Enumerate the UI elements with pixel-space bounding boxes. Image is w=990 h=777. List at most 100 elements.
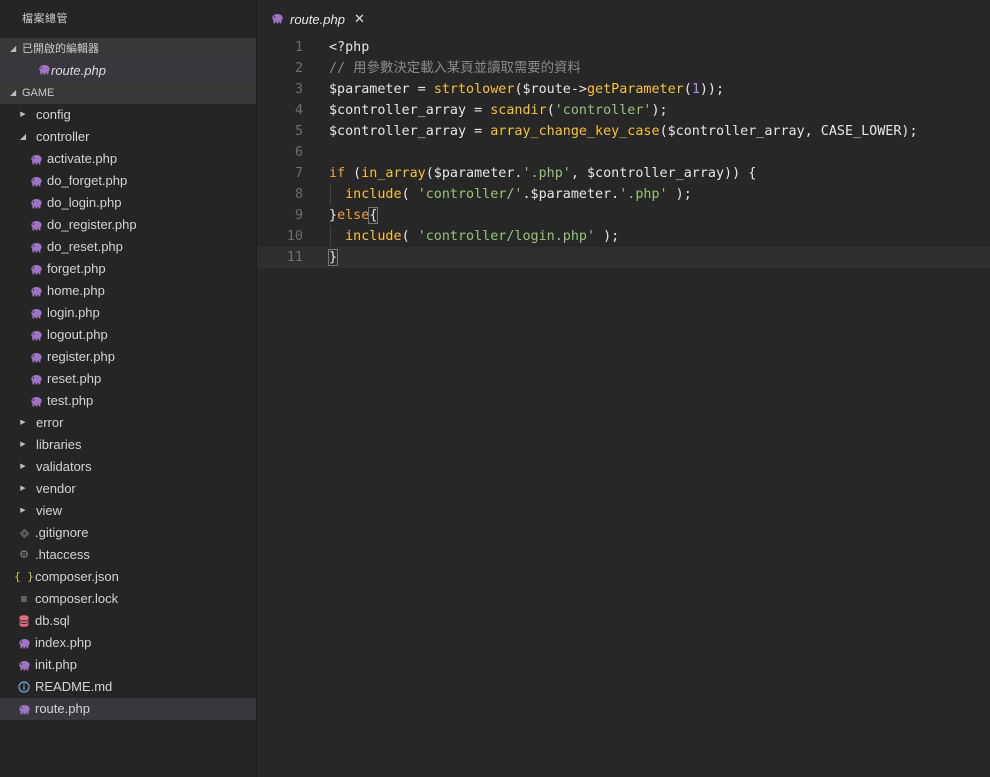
file-do-forget-php[interactable]: do_forget.php — [0, 170, 256, 192]
line-number: 4 — [294, 103, 303, 118]
code-token: ( — [345, 166, 362, 181]
code-line[interactable]: 6 — [257, 142, 990, 163]
file-index-php[interactable]: index.php — [0, 632, 256, 654]
file-do-register-php[interactable]: do_register.php — [0, 214, 256, 236]
code-line[interactable]: 1 <?php — [257, 37, 990, 58]
open-editor-item[interactable]: route.php — [0, 60, 256, 82]
php-icon — [28, 198, 44, 209]
code-line[interactable]: 5 $controller_array = array_change_key_ca… — [257, 121, 990, 142]
chevron-right-icon[interactable]: ▶ — [16, 412, 30, 434]
file-do-login-php[interactable]: do_login.php — [0, 192, 256, 214]
folder-controller[interactable]: ◢ controller — [0, 126, 256, 148]
code-line[interactable]: 7 if (in_array($parameter.'.php', $contro… — [257, 163, 990, 184]
file-label: db.sql — [35, 613, 70, 628]
folder-validators[interactable]: ▶ validators — [0, 456, 256, 478]
php-icon — [28, 154, 44, 165]
file-register-php[interactable]: register.php — [0, 346, 256, 368]
code-token: , $controller_array)) { — [570, 166, 757, 181]
code-line[interactable]: 2 // 用參數決定載入某頁並讀取需要的資料 — [257, 58, 990, 79]
file-test-php[interactable]: test.php — [0, 390, 256, 412]
file-composer-json[interactable]: { } composer.json — [0, 566, 256, 588]
close-icon[interactable]: ✕ — [354, 11, 365, 27]
folder-error[interactable]: ▶ error — [0, 412, 256, 434]
code-text: $controller_array = array_change_key_cas… — [329, 121, 918, 142]
file-reset-php[interactable]: reset.php — [0, 368, 256, 390]
code-token: <?php — [329, 40, 370, 55]
code-line[interactable]: 4 $controller_array = scandir('controller… — [257, 100, 990, 121]
chevron-right-icon[interactable]: ▶ — [16, 434, 30, 456]
code-token: '.php' — [619, 187, 668, 202]
file-readme-md[interactable]: README.md — [0, 676, 256, 698]
file-gitignore[interactable]: .gitignore — [0, 522, 256, 544]
code-line[interactable]: 11} — [257, 247, 990, 268]
project-header[interactable]: ◢ GAME — [0, 82, 256, 104]
tab-route-php[interactable]: route.php ✕ — [257, 0, 375, 38]
code-line[interactable]: 10 include( 'controller/login.php' ); — [257, 226, 990, 247]
file-label: init.php — [35, 657, 77, 672]
chevron-down-icon: ◢ — [10, 88, 17, 97]
file-label: reset.php — [47, 371, 102, 386]
code-line[interactable]: 8 include( 'controller/'.$parameter.'.ph… — [257, 184, 990, 205]
php-icon — [28, 264, 44, 275]
gear-icon: ⚙ — [19, 549, 29, 561]
code-token: in_array — [361, 166, 426, 181]
php-icon — [28, 220, 44, 231]
file-label: do_login.php — [47, 195, 122, 210]
code-text: include( 'controller/'.$parameter.'.php'… — [329, 184, 692, 205]
code-token: ( — [683, 82, 692, 97]
file-activate-php[interactable]: activate.php — [0, 148, 256, 170]
file-label: do_reset.php — [47, 239, 123, 254]
open-editors-label: 已開啟的編輯器 — [22, 43, 99, 55]
php-icon — [28, 352, 44, 363]
file-db-sql[interactable]: db.sql — [0, 610, 256, 632]
chevron-down-icon[interactable]: ◢ — [16, 126, 30, 148]
file-forget-php[interactable]: forget.php — [0, 258, 256, 280]
chevron-right-icon[interactable]: ▶ — [16, 500, 30, 522]
folder-view[interactable]: ▶ view — [0, 500, 256, 522]
file-home-php[interactable]: home.php — [0, 280, 256, 302]
chevron-right-icon[interactable]: ▶ — [16, 456, 30, 478]
php-icon — [28, 176, 44, 187]
file-label: README.md — [35, 679, 113, 694]
code-token: ($route-> — [514, 82, 587, 97]
chevron-right-icon[interactable]: ▶ — [16, 104, 30, 126]
code-line[interactable]: 9}else{ — [257, 205, 990, 226]
line-number: 8 — [294, 187, 303, 202]
file-logout-php[interactable]: logout.php — [0, 324, 256, 346]
file-htaccess[interactable]: ⚙ .htaccess — [0, 544, 256, 566]
file-label: do_forget.php — [47, 173, 128, 188]
code-text: $parameter = strtolower($route->getParam… — [329, 79, 724, 100]
code-token: { — [368, 207, 379, 224]
folder-vendor[interactable]: ▶ vendor — [0, 478, 256, 500]
code-text: if (in_array($parameter.'.php', $control… — [329, 163, 756, 184]
editor-area: route.php ✕ 1 <?php 2 // 用參數決定載入某頁並讀取需要的資料 3… — [257, 0, 990, 777]
line-number: 11 — [286, 250, 303, 265]
file-label: home.php — [47, 283, 105, 298]
open-editors-header[interactable]: ◢ 已開啟的編輯器 — [0, 38, 256, 60]
file-init-php[interactable]: init.php — [0, 654, 256, 676]
file-do-reset-php[interactable]: do_reset.php — [0, 236, 256, 258]
file-route-php[interactable]: route.php — [0, 698, 256, 720]
code-text: // 用參數決定載入某頁並讀取需要的資料 — [329, 58, 581, 79]
code-line[interactable]: 3 $parameter = strtolower($route->getPara… — [257, 79, 990, 100]
code-text: } — [327, 247, 339, 268]
folder-config[interactable]: ▶ config — [0, 104, 256, 126]
chevron-right-icon[interactable]: ▶ — [16, 478, 30, 500]
line-number: 10 — [286, 229, 303, 244]
file-label: test.php — [47, 393, 94, 408]
php-icon — [28, 374, 44, 385]
file-composer-lock[interactable]: ≡ composer.lock — [0, 588, 256, 610]
file-login-php[interactable]: login.php — [0, 302, 256, 324]
code-token: if — [329, 166, 346, 181]
code-view[interactable]: 1 <?php 2 // 用參數決定載入某頁並讀取需要的資料 3 $parameter =… — [257, 37, 990, 268]
code-token: $parameter = — [329, 82, 434, 97]
code-token: include — [345, 229, 402, 244]
file-label: composer.json — [35, 569, 119, 584]
info-icon — [16, 681, 32, 693]
folder-label: validators — [36, 459, 92, 474]
tab-bar: route.php ✕ — [257, 0, 990, 38]
line-number: 1 — [294, 40, 303, 55]
folder-libraries[interactable]: ▶ libraries — [0, 434, 256, 456]
